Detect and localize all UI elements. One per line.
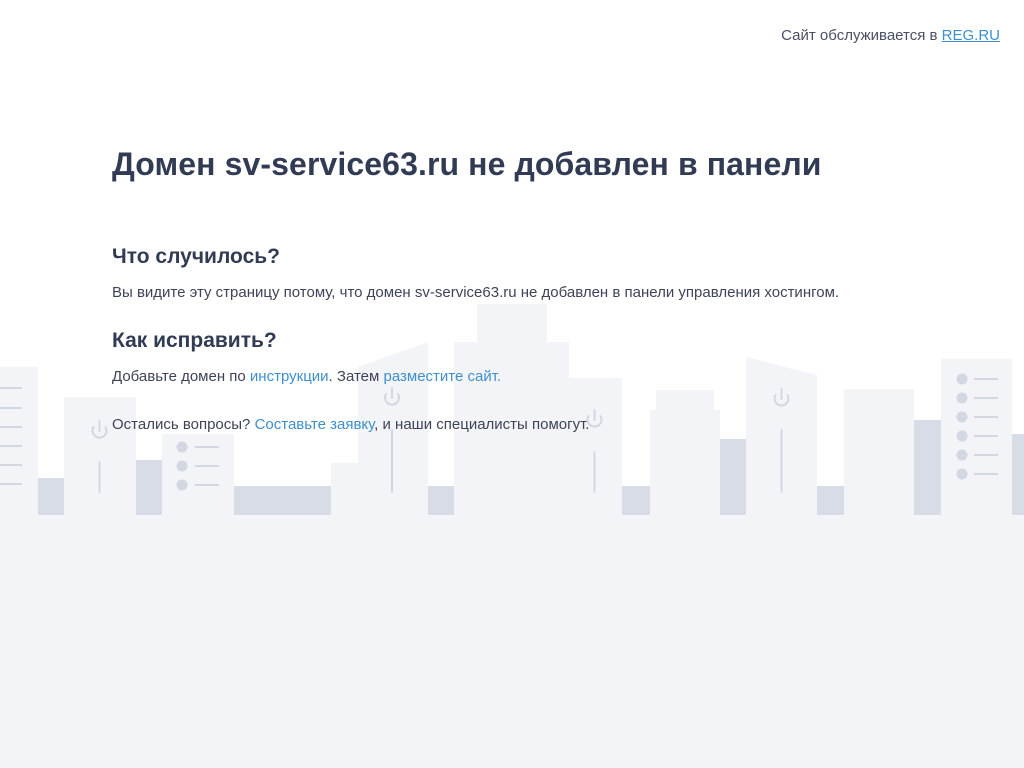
how-to-fix-text-start: Добавьте домен по xyxy=(112,368,250,385)
how-to-fix-text-middle: . Затем xyxy=(328,368,384,385)
instructions-link[interactable]: инструкции xyxy=(250,368,329,385)
reg-ru-link[interactable]: REG.RU xyxy=(942,27,1000,44)
what-happened-heading: Что случилось? xyxy=(112,245,280,268)
place-site-link[interactable]: разместите сайт. xyxy=(383,368,501,385)
questions-text-start: Остались вопросы? xyxy=(112,416,255,433)
questions-text: Остались вопросы? Составьте заявку, и на… xyxy=(112,416,589,433)
hosting-provider-note: Сайт обслуживается в REG.RU xyxy=(781,27,1000,44)
how-to-fix-text: Добавьте домен по инструкции. Затем разм… xyxy=(112,368,501,385)
submit-request-link[interactable]: Составьте заявку xyxy=(255,416,375,433)
how-to-fix-heading: Как исправить? xyxy=(112,329,277,352)
questions-text-end: , и наши специалисты помогут. xyxy=(374,416,590,433)
served-by-label: Сайт обслуживается в xyxy=(781,27,942,44)
page-title: Домен sv-service63.ru не добавлен в пане… xyxy=(112,146,822,182)
what-happened-text: Вы видите эту страницу потому, что домен… xyxy=(112,284,840,301)
error-page: Сайт обслуживается в REG.RU Домен sv-ser… xyxy=(0,0,1024,768)
